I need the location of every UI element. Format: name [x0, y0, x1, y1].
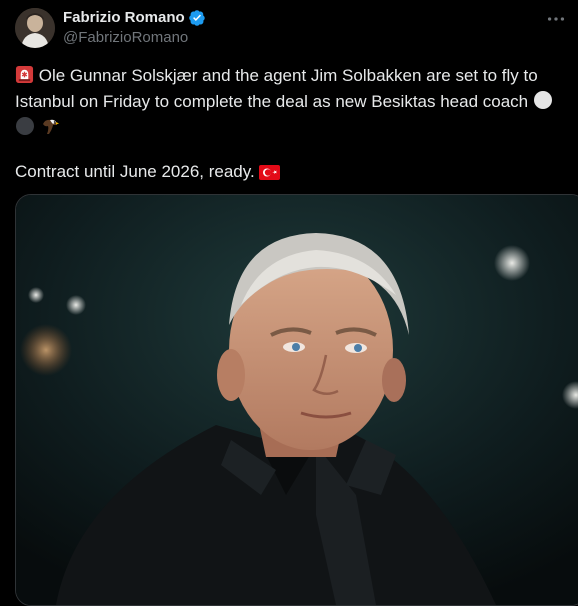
photo-image — [16, 195, 578, 605]
author-handle[interactable]: @FabrizioRomano — [63, 29, 188, 46]
tweet-line-2: Istanbul on Friday to complete the deal … — [15, 89, 553, 115]
tweet-line-1: Ole Gunnar Solskjær and the agent Jim So… — [15, 63, 538, 89]
turkey-flag-icon — [259, 165, 281, 180]
author-avatar[interactable] — [15, 8, 55, 48]
avatar-image — [15, 8, 55, 48]
tweet-line-3 — [15, 115, 60, 141]
siren-icon — [15, 65, 34, 84]
eagle-icon — [42, 119, 59, 134]
tweet-text-line-4: Contract until June 2026, ready. — [15, 162, 255, 181]
author-name[interactable]: Fabrizio Romano — [63, 9, 185, 26]
tweet-text-line-2: Istanbul on Friday to complete the deal … — [15, 92, 529, 111]
tweet-line-4: Contract until June 2026, ready. — [15, 159, 281, 185]
white-circle-icon — [533, 91, 552, 109]
tweet-text-line-1: Ole Gunnar Solskjær and the agent Jim So… — [38, 66, 538, 85]
tweet: Fabrizio Romano @FabrizioRomano Ole Gunn… — [0, 0, 578, 606]
tweet-photo[interactable] — [15, 194, 578, 606]
verified-badge-icon — [189, 10, 205, 26]
more-options-icon[interactable] — [545, 8, 567, 30]
black-circle-icon — [16, 117, 34, 135]
